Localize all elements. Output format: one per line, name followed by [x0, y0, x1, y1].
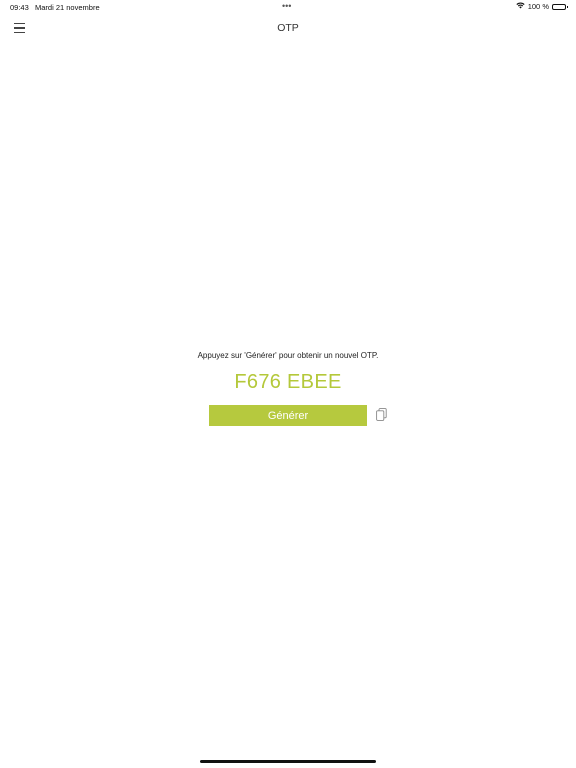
otp-code: F676 EBEE	[234, 371, 342, 393]
status-bar: 09:43 Mardi 21 novembre ••• 100 %	[0, 0, 576, 14]
multitasking-dots-icon[interactable]: •••	[282, 1, 291, 11]
generate-button[interactable]: Générer	[209, 405, 367, 426]
status-time: 09:43	[10, 3, 29, 12]
status-date: Mardi 21 novembre	[35, 3, 100, 12]
status-right: 100 %	[516, 2, 568, 11]
otp-screen: 09:43 Mardi 21 novembre ••• 100 % OTP Ap…	[0, 0, 576, 768]
home-indicator[interactable]	[200, 760, 376, 763]
page-title: OTP	[277, 22, 299, 34]
wifi-icon	[516, 2, 525, 11]
instruction-text: Appuyez sur 'Générer' pour obtenir un no…	[197, 351, 379, 360]
copy-icon[interactable]	[376, 408, 387, 421]
battery-percentage: 100 %	[527, 2, 549, 11]
battery-icon	[552, 3, 568, 10]
navigation-bar: OTP	[0, 14, 576, 42]
